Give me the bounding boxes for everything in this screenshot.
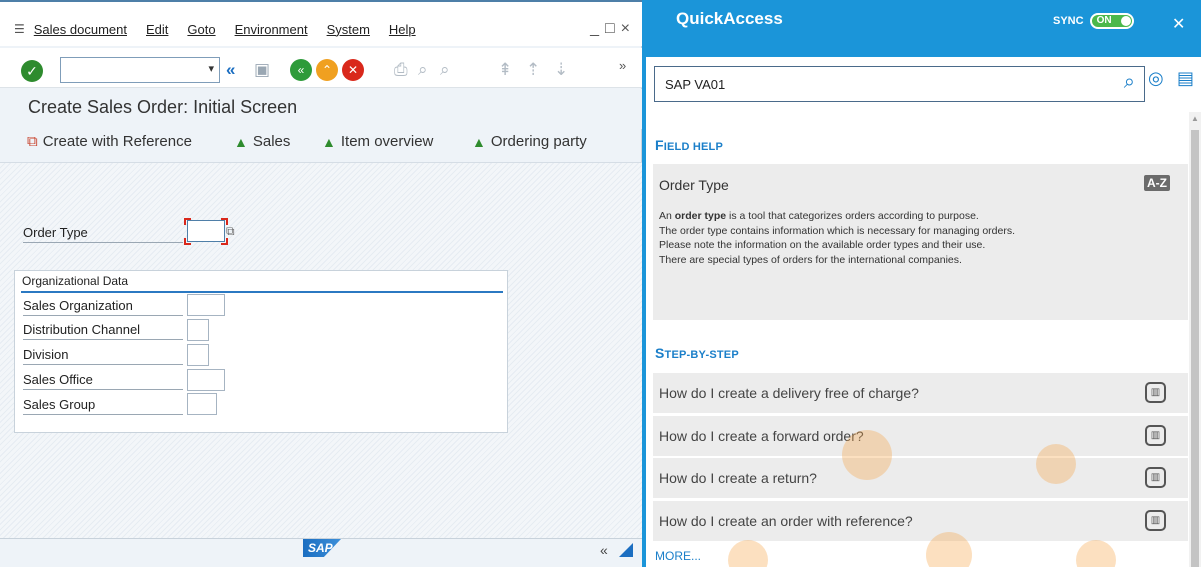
division-label: Division (23, 347, 183, 365)
sap-window: ☰ Sales document Edit Goto Environment S… (0, 0, 642, 567)
print-icon[interactable]: ⎙ (394, 59, 408, 81)
group-header-underline (21, 291, 503, 293)
mountain-icon: ▲ (234, 133, 248, 150)
create-with-reference-button[interactable]: ⧉ Create with Reference (27, 133, 192, 150)
more-link[interactable]: MORE... (655, 549, 701, 563)
step-item[interactable]: How do I create a forward order? ▥ (653, 416, 1188, 456)
step-item[interactable]: How do I create a delivery free of charg… (653, 373, 1188, 413)
field-help-heading: Order Type (659, 177, 729, 193)
required-corner (184, 238, 191, 245)
more-icon[interactable]: » (619, 58, 626, 73)
sales-office-input[interactable] (187, 369, 225, 391)
scrollbar-thumb[interactable] (1191, 130, 1199, 567)
menu-goto[interactable]: Goto (187, 22, 215, 37)
first-page-icon[interactable]: ⇞ (498, 59, 512, 81)
search-value: SAP VA01 (665, 77, 726, 92)
sales-button[interactable]: ▲ Sales (234, 133, 290, 150)
page-title: Create Sales Order: Initial Screen (28, 97, 298, 117)
status-triangle-icon[interactable] (619, 543, 633, 557)
menu-edit[interactable]: Edit (146, 22, 168, 37)
step-item-label: How do I create a delivery free of charg… (659, 385, 919, 401)
order-type-label: Order Type (23, 225, 183, 243)
maximize-button[interactable]: □ (605, 20, 615, 38)
menu-sales-document[interactable]: Sales document (34, 22, 127, 37)
search-input[interactable]: SAP VA01 ⌕ (654, 66, 1145, 102)
field-help-card: Order Type A-Z An order type is a tool t… (653, 164, 1188, 320)
field-help-title: FIELD HELP (655, 137, 724, 153)
previous-page-icon[interactable]: ⇡ (526, 59, 540, 81)
command-field[interactable]: ▾ (60, 57, 220, 83)
division-input[interactable] (187, 344, 209, 366)
distribution-channel-label: Distribution Channel (23, 322, 183, 340)
toggle-knob (1120, 16, 1131, 26)
sync-toggle[interactable]: ON (1089, 13, 1134, 29)
application-toolbar: ⧉ Create with Reference ▲ Sales ▲ Item o… (0, 125, 642, 163)
distribution-channel-input[interactable] (187, 319, 209, 341)
sales-group-input[interactable] (187, 393, 217, 415)
find-next-icon[interactable]: ⌕ (440, 59, 450, 81)
minimize-button[interactable]: _ (590, 20, 599, 38)
create-with-reference-label: Create with Reference (42, 133, 192, 150)
step-item-label: How do I create an order with reference? (659, 513, 913, 529)
item-overview-label: Item overview (340, 133, 434, 150)
enter-check-icon[interactable]: ✓ (21, 60, 43, 82)
scrollbar[interactable]: ▲ (1189, 112, 1201, 567)
glossary-az-icon[interactable]: A-Z (1144, 175, 1170, 191)
field-help-text: An order type is a tool that categorizes… (659, 210, 1016, 266)
mountain-icon: ▲ (322, 133, 336, 150)
sync-state: ON (1096, 15, 1112, 26)
book-icon: ▥ (1145, 425, 1166, 446)
group-header: Organizational Data (22, 274, 129, 288)
save-icon[interactable]: ▣ (254, 59, 270, 81)
step-item-label: How do I create a return? (659, 470, 817, 486)
required-corner (221, 238, 228, 245)
sync-control[interactable]: SYNC ON (1053, 13, 1134, 29)
step-item[interactable]: How do I create an order with reference?… (653, 501, 1188, 541)
clipboard-icon[interactable]: ▤ (1177, 68, 1194, 89)
sales-label: Sales (252, 133, 291, 150)
step-by-step-title: STEP-BY-STEP (655, 345, 739, 361)
sales-group-label: Sales Group (23, 397, 183, 415)
book-icon: ▥ (1145, 467, 1166, 488)
title-area: Create Sales Order: Initial Screen (0, 89, 642, 129)
sales-office-label: Sales Office (23, 372, 183, 390)
book-icon: ▥ (1145, 510, 1166, 531)
copy-icon: ⧉ (27, 133, 38, 150)
ordering-party-button[interactable]: ▲ Ordering party (472, 133, 587, 150)
menu-environment[interactable]: Environment (235, 22, 308, 37)
item-overview-button[interactable]: ▲ Item overview (322, 133, 433, 150)
book-icon: ▥ (1145, 382, 1166, 403)
cancel-icon[interactable]: ✕ (342, 59, 364, 81)
menu-icon[interactable]: ☰ (14, 22, 25, 37)
step-item[interactable]: How do I create a return? ▥ (653, 458, 1188, 498)
value-help-icon[interactable]: ⧉ (226, 224, 235, 239)
order-type-input[interactable] (187, 220, 225, 242)
required-corner (184, 218, 191, 225)
exit-icon[interactable]: ⌃ (316, 59, 338, 81)
sales-organization-input[interactable] (187, 294, 225, 316)
search-icon[interactable]: ⌕ (1124, 71, 1135, 94)
menu-bar: ☰ Sales document Edit Goto Environment S… (0, 0, 642, 46)
back-icon[interactable]: « (290, 59, 312, 81)
collapse-status-icon[interactable]: « (600, 542, 608, 558)
fingerprint-icon[interactable]: ◎ (1148, 68, 1164, 89)
quickaccess-header: QuickAccess SYNC ON ✕ (646, 0, 1201, 57)
step-item-label: How do I create a forward order? (659, 428, 864, 444)
sales-organization-label: Sales Organization (23, 298, 183, 316)
find-icon[interactable]: ⌕ (418, 59, 428, 81)
ordering-party-label: Ordering party (490, 133, 587, 150)
next-page-icon[interactable]: ⇣ (554, 59, 568, 81)
close-button[interactable]: × (621, 20, 630, 38)
scroll-up-icon[interactable]: ▲ (1191, 114, 1199, 123)
chevron-down-icon[interactable]: ▾ (208, 62, 214, 75)
quickaccess-panel: QuickAccess SYNC ON ✕ SAP VA01 ⌕ ◎ ▤ FIE… (642, 0, 1201, 567)
collapse-command-icon[interactable]: « (226, 59, 235, 81)
sync-label: SYNC (1053, 15, 1084, 27)
mountain-icon: ▲ (472, 133, 486, 150)
menu-system[interactable]: System (327, 22, 370, 37)
close-icon[interactable]: ✕ (1172, 14, 1185, 34)
menu-help[interactable]: Help (389, 22, 416, 37)
quickaccess-title: QuickAccess (676, 9, 783, 28)
